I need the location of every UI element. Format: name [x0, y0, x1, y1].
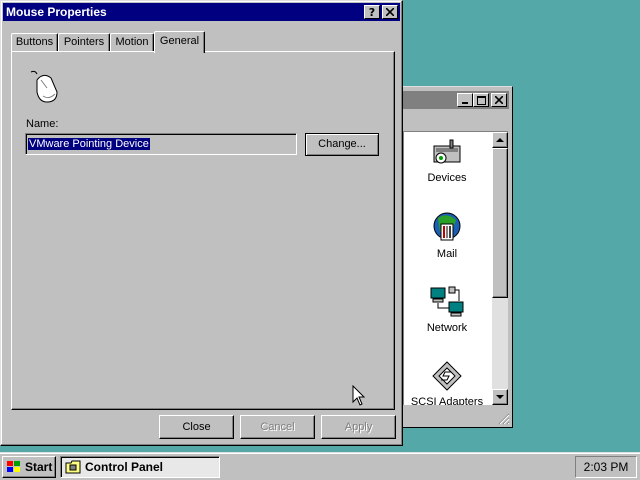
general-tab-panel	[11, 51, 395, 410]
system-clock[interactable]: 2:03 PM	[575, 456, 637, 478]
arrow-up-icon	[496, 138, 504, 142]
dialog-title: Mouse Properties	[6, 5, 107, 19]
list-item-label: Network	[426, 322, 468, 334]
name-field[interactable]: VMware Pointing Device	[25, 133, 297, 155]
tab-general[interactable]: General	[154, 31, 205, 53]
cancel-button[interactable]: Cancel	[240, 415, 315, 439]
name-label: Name:	[26, 118, 59, 130]
start-label: Start	[25, 460, 53, 474]
dialog-titlebar[interactable]: Mouse Properties ?	[3, 3, 400, 21]
list-item-mail[interactable]: Mail	[404, 212, 490, 260]
mouse-icon	[30, 70, 58, 103]
change-button[interactable]: Change...	[305, 133, 379, 156]
list-item-label: Devices	[427, 172, 467, 184]
close-button[interactable]	[382, 5, 398, 19]
scroll-up-button[interactable]	[492, 132, 508, 148]
list-item-label: SCSI Adapters	[410, 396, 484, 405]
list-item-devices[interactable]: Devices	[404, 138, 490, 184]
control-panel-list: Devices Mail Network SCSI Adapters	[403, 131, 508, 405]
close-dialog-button[interactable]: Close	[159, 415, 234, 439]
list-item-scsi-adapters[interactable]: SCSI Adapters	[404, 360, 490, 405]
network-icon	[430, 286, 464, 317]
taskbar-item-label: Control Panel	[85, 460, 164, 474]
control-panel-window[interactable]: Devices Mail Network SCSI Adapters	[398, 86, 513, 428]
scroll-down-button[interactable]	[492, 389, 508, 405]
tab-pointers[interactable]: Pointers	[58, 33, 110, 52]
help-button[interactable]: ?	[364, 5, 380, 19]
list-item-label: Mail	[436, 248, 458, 260]
vertical-scrollbar[interactable]	[492, 132, 508, 405]
name-value: VMware Pointing Device	[28, 138, 150, 150]
arrow-down-icon	[496, 395, 504, 399]
control-panel-icon	[65, 460, 81, 474]
close-icon	[386, 8, 394, 16]
start-button[interactable]: Start	[2, 456, 56, 478]
maximize-icon	[476, 95, 486, 105]
taskbar-item-control-panel[interactable]: Control Panel	[60, 456, 220, 478]
mail-icon	[433, 212, 461, 241]
list-item-network[interactable]: Network	[404, 286, 490, 334]
resize-grip-icon[interactable]	[498, 413, 510, 425]
help-icon: ?	[368, 5, 376, 19]
devices-icon	[433, 139, 461, 164]
tab-buttons[interactable]: Buttons	[11, 33, 58, 52]
minimize-icon	[462, 102, 468, 104]
mouse-properties-dialog[interactable]: Mouse Properties ? Buttons Pointers Moti…	[0, 0, 403, 446]
minimize-button[interactable]	[457, 93, 473, 107]
close-icon	[495, 96, 503, 104]
windows-logo-icon	[7, 461, 20, 472]
scrollbar-thumb[interactable]	[492, 148, 508, 298]
taskbar: Start Control Panel 2:03 PM	[0, 452, 640, 480]
tab-motion[interactable]: Motion	[110, 33, 154, 52]
maximize-button[interactable]	[473, 93, 489, 107]
mouse-pointer-icon	[352, 385, 366, 406]
scsi-adapters-icon	[432, 361, 462, 391]
close-button[interactable]	[491, 93, 507, 107]
control-panel-titlebar[interactable]	[402, 91, 509, 109]
apply-button[interactable]: Apply	[321, 415, 396, 439]
